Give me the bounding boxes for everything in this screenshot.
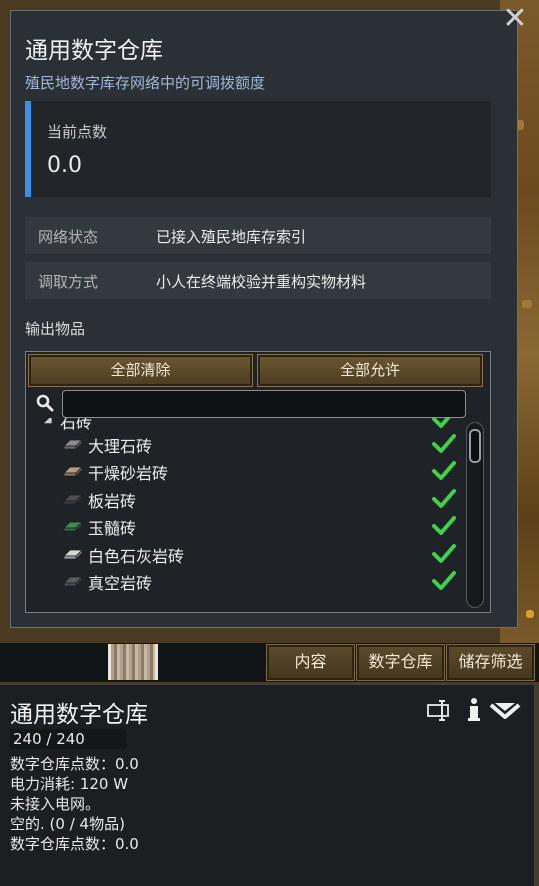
- info-icon[interactable]: [465, 697, 483, 723]
- building-thumbnail: [108, 644, 158, 680]
- checkmark-icon[interactable]: [431, 542, 457, 566]
- output-items-label: 输出物品: [25, 320, 86, 338]
- filter-item-label: 玉髓砖: [88, 519, 137, 539]
- checkmark-icon[interactable]: [431, 459, 457, 483]
- stat-line: 空的. (0 / 4物品): [10, 815, 125, 833]
- hit-points-text: 240 / 240: [13, 730, 85, 748]
- info-key: 网络状态: [38, 228, 99, 246]
- filter-scrollbar[interactable]: [466, 422, 484, 608]
- expand-arrow-icon[interactable]: ◢: [44, 418, 52, 425]
- stone-block-icon: [63, 548, 83, 560]
- filter-item-label: 真空岩砖: [88, 574, 153, 593]
- checkmark-icon[interactable]: [431, 487, 457, 511]
- tab-contents[interactable]: 内容: [266, 644, 355, 681]
- filter-item[interactable]: 板岩砖: [26, 485, 466, 512]
- checkmark-icon[interactable]: [431, 569, 457, 593]
- map-item: [526, 610, 534, 618]
- info-row-network-status: 网络状态 已接入殖民地库存索引: [25, 217, 491, 254]
- checkmark-icon[interactable]: [431, 514, 457, 538]
- tree-category-stone-blocks[interactable]: ◢ 石砖: [26, 418, 466, 432]
- stone-block-icon: [63, 439, 83, 450]
- dialog-subtitle: 殖民地数字库存网络中的可调拨额度: [25, 74, 266, 92]
- filter-item-label: 白色石灰岩砖: [88, 546, 185, 566]
- clear-all-button[interactable]: 全部清除: [28, 354, 253, 387]
- digital-storage-dialog: ✕ 通用数字仓库 殖民地数字库存网络中的可调拨额度 当前点数 0.0 网络状态 …: [10, 4, 528, 628]
- dialog-title: 通用数字仓库: [25, 38, 163, 64]
- filter-item[interactable]: 白色石灰岩砖: [26, 540, 466, 567]
- stat-line: 数字仓库点数：0.0: [10, 835, 139, 853]
- filter-tree: ◢ 石砖 大理石砖干燥砂岩砖板岩砖玉髓砖白色石灰岩砖 真空岩砖: [26, 418, 466, 612]
- menu-dropdown-icon[interactable]: [489, 697, 521, 723]
- info-row-retrieval-method: 调取方式 小人在终端校验并重构实物材料: [25, 262, 491, 299]
- allow-all-button[interactable]: 全部允许: [257, 354, 483, 387]
- search-input[interactable]: [62, 390, 466, 418]
- stat-line: 电力消耗: 120 W: [10, 775, 129, 793]
- filter-item[interactable]: 大理石砖: [26, 430, 466, 457]
- inspect-pane: 通用数字仓库 240 / 240 数字仓库点数：0.0 电力消耗: 120 W …: [0, 684, 535, 886]
- map-rock: [522, 300, 532, 308]
- close-icon[interactable]: ✕: [501, 4, 529, 34]
- stone-block-icon: [63, 493, 83, 505]
- stat-line: 数字仓库点数：0.0: [10, 755, 139, 773]
- checkmark-icon[interactable]: [431, 432, 457, 456]
- rename-icon[interactable]: [426, 697, 456, 723]
- stone-block-icon: [63, 576, 83, 587]
- item-filter-panel: 全部清除 全部允许 ◢ 石砖 大理石砖干燥砂岩砖板岩砖玉髓砖白色石灰岩砖 真空岩砖: [25, 351, 491, 613]
- filter-item[interactable]: 真空岩砖: [26, 567, 466, 594]
- inspect-title: 通用数字仓库: [10, 702, 148, 728]
- info-key: 调取方式: [38, 273, 99, 291]
- scrollbar-thumb[interactable]: [469, 429, 481, 463]
- checkmark-icon[interactable]: [431, 418, 457, 430]
- stat-line: 未接入电网。: [10, 795, 101, 813]
- tab-storage-filter[interactable]: 储存筛选: [446, 644, 535, 681]
- stone-block-icon: [63, 521, 83, 533]
- filter-item-label: 干燥砂岩砖: [88, 464, 169, 484]
- search-icon: [36, 394, 54, 412]
- filter-item[interactable]: 干燥砂岩砖: [26, 457, 466, 484]
- info-value: 已接入殖民地库存索引: [156, 228, 307, 246]
- filter-item-label: 板岩砖: [88, 491, 137, 511]
- points-panel: 当前点数 0.0: [25, 101, 491, 197]
- filter-item[interactable]: 玉髓砖: [26, 512, 466, 539]
- filter-item-label: 大理石砖: [88, 437, 153, 456]
- points-label: 当前点数: [47, 123, 108, 141]
- stone-block-icon: [63, 466, 83, 478]
- tab-digital-storage[interactable]: 数字仓库: [356, 644, 445, 681]
- hit-points-bar: 240 / 240: [10, 729, 126, 749]
- info-value: 小人在终端校验并重构实物材料: [156, 273, 367, 291]
- points-value: 0.0: [47, 153, 82, 178]
